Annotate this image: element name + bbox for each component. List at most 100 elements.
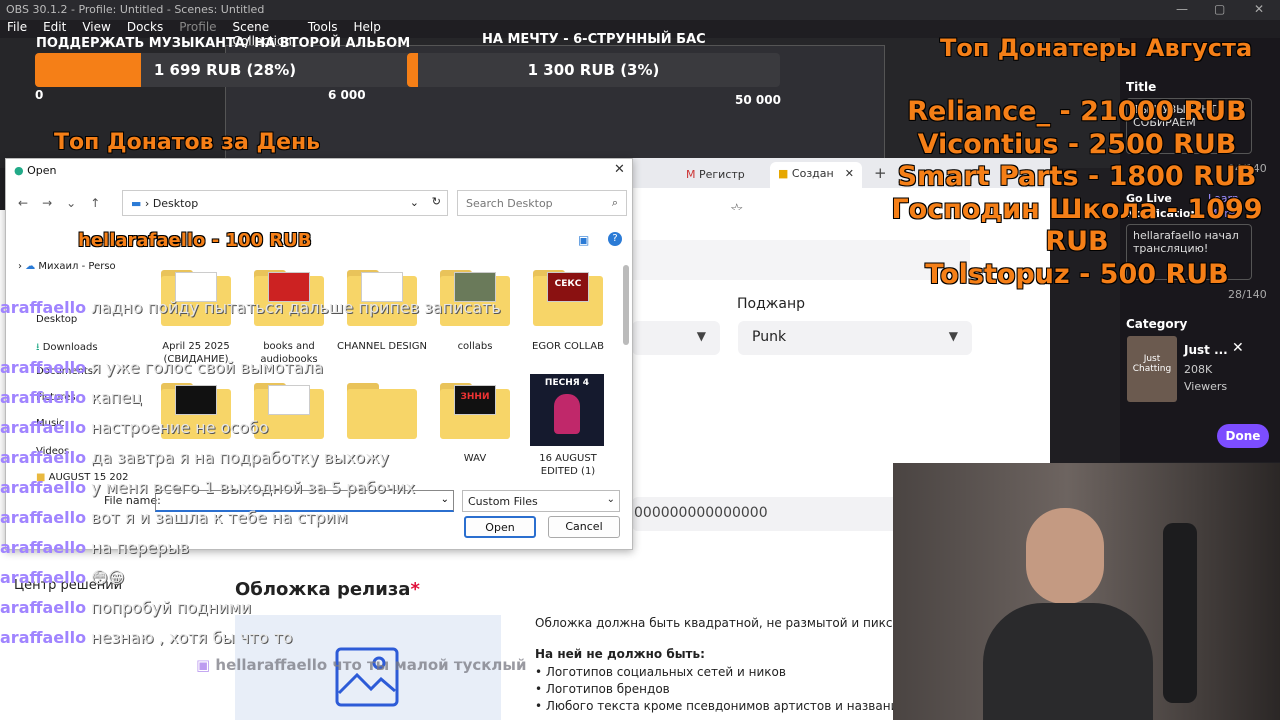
donor-entry: Господин Школа - 1099 RUB	[891, 193, 1263, 258]
goal-left-title: ПОДДЕРЖАТЬ МУЗЫКАНТА/ НА ВТОРОЙ АЛЬБОМ	[36, 36, 411, 51]
nav-arrows: ←→⌄↑	[18, 196, 114, 210]
category-name[interactable]: Just ...	[1184, 343, 1228, 357]
top-month-title: Топ Донатеры Августа	[940, 34, 1253, 62]
tab-register[interactable]: M Регистр	[678, 164, 773, 188]
list-item: • Логотипов брендов	[535, 682, 670, 696]
tab-close-icon[interactable]: ✕	[845, 167, 854, 180]
category-thumb: Just Chatting	[1127, 336, 1177, 402]
file-label[interactable]: EGOR COLLAB	[520, 340, 616, 353]
alert-user: hellaraffaello	[215, 656, 328, 674]
category-label: Category	[1126, 317, 1188, 331]
search-icon: ⌕	[611, 196, 618, 209]
recent-chevron-icon[interactable]: ⌄	[66, 196, 90, 210]
goal-right-tick-end: 50 000	[735, 93, 781, 107]
chat-message: araffaello вот я и зашла к тебе на стрим	[0, 508, 348, 527]
chevron-down-icon: ⌄	[440, 494, 449, 505]
chat-message: araffaello я уже голос свой вымотала	[0, 358, 324, 377]
tab-register-label: Регистр	[699, 168, 745, 181]
streamer-head	[1026, 508, 1104, 604]
goal-left-tick-start: 0	[35, 88, 44, 102]
cover-title-text: Обложка релиза	[235, 579, 411, 600]
file-label[interactable]: collabs	[427, 340, 523, 353]
help-icon[interactable]: ?	[608, 232, 622, 246]
subgenre-label: Поджанр	[737, 296, 806, 312]
donor-entry: Smart Parts - 1800 RUB	[897, 161, 1257, 192]
files-scrollbar[interactable]	[623, 265, 629, 345]
cancel-button[interactable]: Cancel	[548, 516, 620, 538]
folder-thumb: ЗННИ	[454, 385, 496, 415]
chat-message: araffaello незнаю , хотя бы что то	[0, 628, 293, 647]
goal-left-tick-end: 6 000	[328, 88, 366, 102]
genre-select[interactable]: ▼	[632, 321, 720, 355]
webcam-feed	[893, 463, 1280, 720]
subgenre-select[interactable]: Punk ▼	[738, 321, 972, 355]
day-donation-entry: hellarafaello - 100 RUB	[78, 230, 312, 251]
must-not-list: • Логотипов социальных сетей и ников • Л…	[535, 664, 906, 715]
twitch-icon: ▣	[196, 656, 211, 674]
chat-message: araffaello у меня всего 1 выходной за 5 …	[0, 478, 416, 497]
dialog-close-icon[interactable]: ✕	[614, 162, 625, 177]
chat-message: araffaello попробуй подними	[0, 598, 252, 617]
nav-item-downloads[interactable]: ⭳ Downloads	[36, 340, 98, 357]
goal-right-bar: 1 300 RUB (3%)	[407, 53, 780, 87]
chat-message: araffaello настроение не особо	[0, 418, 269, 437]
address-path: Desktop	[152, 197, 199, 210]
chat-message: araffaello на перерыв	[0, 538, 190, 557]
file-label[interactable]: WAV	[427, 452, 523, 465]
open-button[interactable]: Open	[464, 516, 536, 538]
alert-message: что ты малой тусклый	[332, 656, 527, 674]
chevron-down-icon: ⌄	[606, 494, 615, 505]
must-not-title: На ней не должно быть:	[535, 647, 705, 661]
done-button[interactable]: Done	[1217, 424, 1269, 448]
list-item: • Любого текста кроме псевдонимов артист…	[535, 699, 906, 713]
folder-icon[interactable]: СЕКС	[533, 270, 603, 326]
cover-required-mark: *	[410, 579, 420, 600]
search-input[interactable]: Search Desktop ⌕	[457, 190, 627, 216]
dialog-titlebar: ● Open	[6, 159, 632, 183]
donor-entry: Vicontius - 2500 RUB	[917, 128, 1237, 160]
desktop-icon: ▬	[131, 197, 142, 210]
cover-title: Обложка релиза*	[235, 579, 420, 600]
folder-icon[interactable]: ЗННИ	[440, 383, 510, 439]
category-remove-icon[interactable]: ✕	[1232, 340, 1244, 356]
file-label[interactable]: 16 AUGUST EDITED (1)	[520, 452, 616, 478]
tab-create[interactable]: ■ Создан ✕	[770, 162, 862, 188]
address-bar[interactable]: ▬ › Desktop ⌄ ↻	[122, 190, 448, 216]
close-icon[interactable]: ✕	[1254, 2, 1264, 16]
maximize-icon[interactable]: ▢	[1214, 2, 1225, 16]
artwork-figure	[554, 394, 580, 434]
image-thumbnail[interactable]: ПЕСНЯ 4	[530, 374, 604, 446]
minimize-icon[interactable]: —	[1176, 2, 1188, 16]
file-type-select[interactable]: Custom Files ⌄	[462, 490, 620, 512]
donor-entry: Tolstopuz - 500 RUB	[925, 258, 1229, 290]
chat-message: araffaello да завтра я на подработку вых…	[0, 448, 389, 467]
address-chevron-icon[interactable]: ⌄	[410, 196, 419, 209]
streamer-shirt	[983, 603, 1153, 720]
back-icon[interactable]: ←	[18, 196, 42, 210]
nav-item-onedrive[interactable]: › ☁ Михаил - Perso	[18, 261, 116, 272]
subgenre-value: Punk	[752, 329, 787, 345]
chevron-down-icon: ▼	[948, 329, 958, 343]
dialog-title: Open	[27, 164, 57, 177]
category-viewers-label: Viewers	[1184, 380, 1228, 393]
tab-create-label: Создан	[791, 167, 834, 180]
goal-left-text: 1 699 RUB (28%)	[153, 61, 297, 79]
category-viewers: 208K	[1184, 363, 1213, 376]
cover-description: Обложка должна быть квадратной, не размы…	[535, 616, 938, 630]
refresh-icon[interactable]: ↻	[432, 195, 441, 208]
alert-overlay: ▣ hellaraffaello что ты малой тусклый	[196, 656, 526, 674]
file-label[interactable]: CHANNEL DESIGN	[334, 340, 430, 353]
microphone	[1163, 523, 1197, 703]
view-toggle-icon[interactable]: ▣	[578, 233, 589, 247]
title-label: Title	[1126, 80, 1157, 94]
chrome-icon: ●	[14, 164, 24, 177]
menu-file[interactable]: File	[7, 20, 27, 38]
gmail-icon: M	[686, 168, 696, 181]
chevron-down-icon: ▼	[696, 329, 706, 343]
forward-icon[interactable]: →	[42, 196, 66, 210]
window-title: OBS 30.1.2 - Profile: Untitled - Scenes:…	[6, 3, 265, 16]
chat-message: araffaello капец	[0, 388, 142, 407]
folder-icon[interactable]	[347, 383, 417, 439]
chat-message: araffaello 😳😁	[0, 568, 125, 587]
up-icon[interactable]: ↑	[90, 196, 114, 210]
